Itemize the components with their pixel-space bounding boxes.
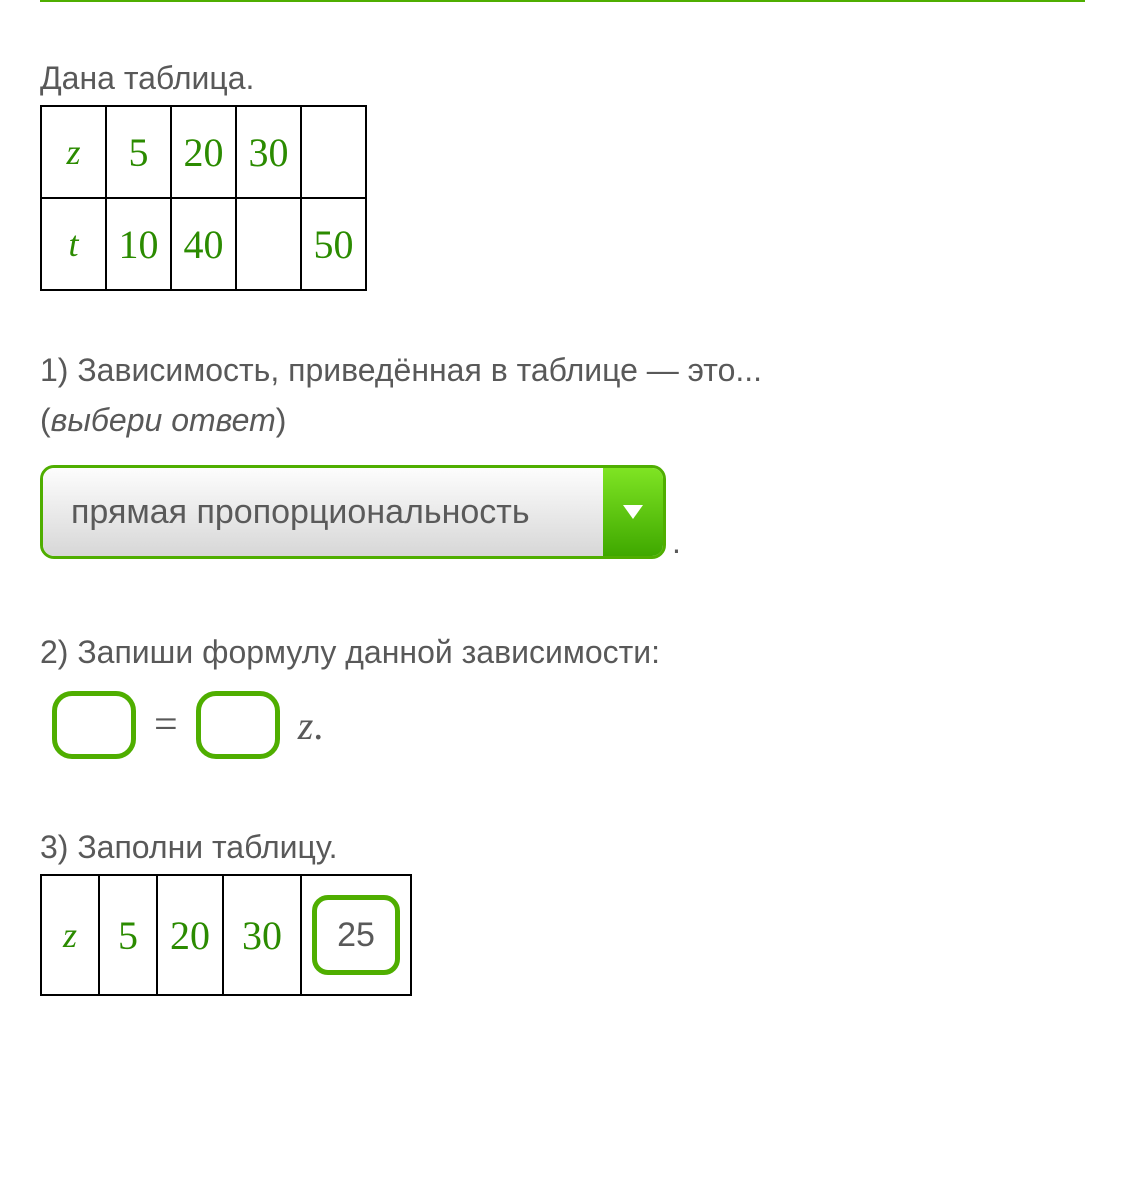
cell-empty	[301, 106, 366, 198]
cell: 5	[106, 106, 171, 198]
question-3: 3) Заполни таблицу.	[40, 829, 1085, 866]
q1-dot: .	[672, 524, 681, 561]
formula-input-1[interactable]	[52, 691, 136, 759]
cell-input-wrap: 25	[301, 875, 411, 995]
formula-var: z.	[298, 702, 324, 749]
equals-sign: =	[154, 701, 178, 749]
table-input[interactable]: 25	[312, 895, 400, 975]
given-table: z 5 20 30 t 10 40 50	[40, 105, 367, 291]
var-z: z	[41, 106, 106, 198]
hint-close: )	[276, 402, 287, 438]
question-2: 2) Запиши формулу данной зависимости:	[40, 634, 1085, 671]
hint-open: (	[40, 402, 51, 438]
cell: 10	[106, 198, 171, 290]
cell: 20	[171, 106, 236, 198]
cell: 50	[301, 198, 366, 290]
table-row: z 5 20 30	[41, 106, 366, 198]
question-1: 1) Зависимость, приведённая в таблице — …	[40, 346, 1085, 445]
table-row: t 10 40 50	[41, 198, 366, 290]
dropdown-arrow-icon[interactable]	[603, 468, 663, 556]
cell: 30	[223, 875, 301, 995]
answer-select[interactable]: прямая пропорциональность	[40, 465, 666, 559]
q1-text: 1) Зависимость, приведённая в таблице — …	[40, 352, 762, 388]
fill-table: z 5 20 30 25	[40, 874, 412, 996]
cell: 5	[99, 875, 157, 995]
cell: 20	[157, 875, 223, 995]
cell-empty	[236, 198, 301, 290]
formula-row: = z.	[40, 691, 1085, 759]
cell: 40	[171, 198, 236, 290]
cell: 30	[236, 106, 301, 198]
formula-input-2[interactable]	[196, 691, 280, 759]
var-z: z	[41, 875, 99, 995]
select-value: прямая пропорциональность	[43, 468, 603, 556]
table-row: z 5 20 30 25	[41, 875, 411, 995]
var-t: t	[41, 198, 106, 290]
q1-hint: выбери ответ	[51, 402, 276, 438]
intro-text: Дана таблица.	[40, 60, 1085, 97]
